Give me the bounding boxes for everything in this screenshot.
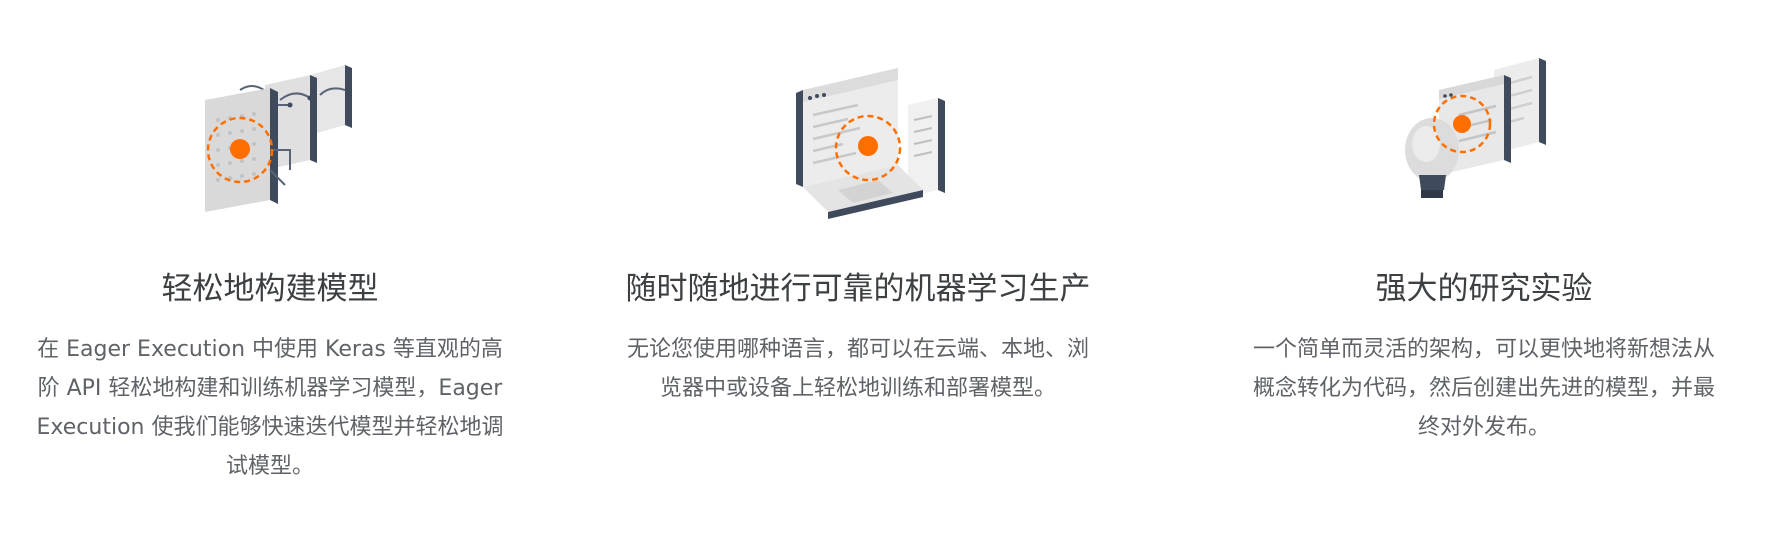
feature-description: 在 Eager Execution 中使用 Keras 等直观的高阶 API 轻… [36, 337, 504, 479]
laptop-illustration-icon [748, 50, 968, 230]
feature-description: 一个简单而灵活的架构，可以更快地将新想法从概念转化为代码，然后创建出先进的模型，… [1252, 337, 1715, 440]
layers-illustration-icon [160, 50, 380, 230]
feature-title: 轻松地构建模型 [161, 271, 379, 307]
lightbulb-illustration-icon [1374, 50, 1594, 230]
feature-title: 随时随地进行可靠的机器学习生产 [625, 271, 1091, 307]
feature-description: 无论您使用哪种语言，都可以在云端、本地、浏览器中或设备上轻松地训练和部署模型。 [626, 337, 1089, 401]
feature-title: 强大的研究实验 [1375, 271, 1593, 307]
